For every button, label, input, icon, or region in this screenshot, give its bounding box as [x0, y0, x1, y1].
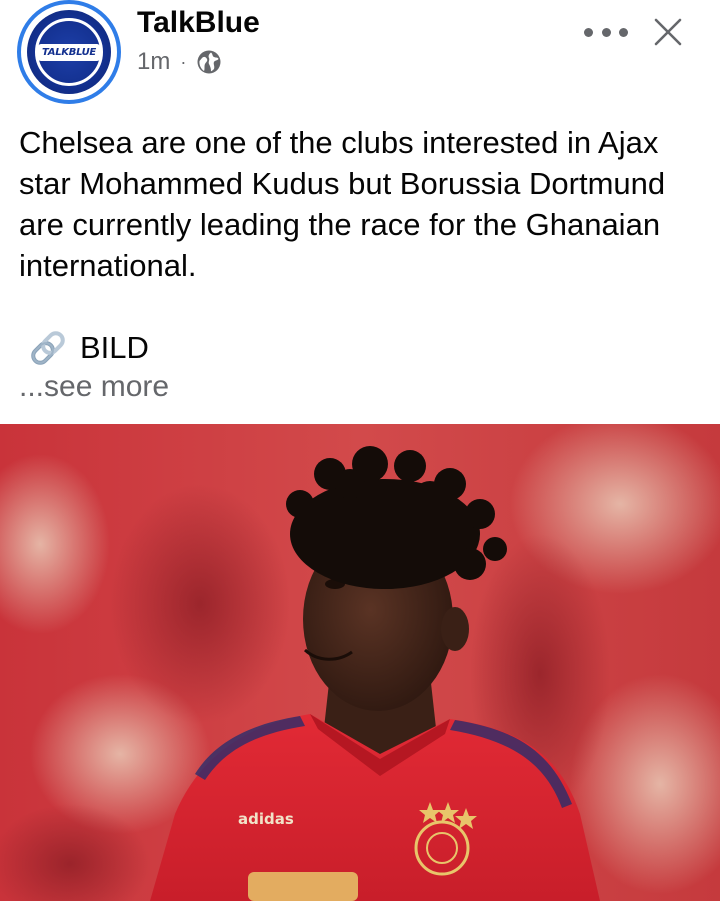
source-line: BILD [26, 326, 149, 370]
post-photo[interactable]: adidas [0, 424, 720, 901]
post-text: Chelsea are one of the clubs interested … [19, 125, 666, 283]
player-photo: adidas [0, 424, 720, 901]
globe-icon [197, 50, 221, 74]
page-name[interactable]: TalkBlue [137, 6, 260, 40]
post-time[interactable]: 1m [137, 48, 170, 76]
post-header: TALKBLUE TalkBlue 1m · [0, 0, 720, 110]
page-avatar[interactable]: TALKBLUE [17, 0, 121, 104]
more-options-icon[interactable] [584, 18, 628, 46]
avatar-logo: TALKBLUE [27, 10, 111, 94]
see-more-link[interactable]: ...see more [19, 370, 169, 404]
meta-separator: · [180, 51, 187, 72]
avatar-logo-text: TALKBLUE [38, 43, 100, 61]
svg-text:adidas: adidas [238, 810, 294, 828]
link-icon [31, 331, 65, 365]
post-meta: 1m · [137, 48, 222, 76]
source-label: BILD [80, 330, 149, 365]
close-icon[interactable] [650, 14, 686, 50]
